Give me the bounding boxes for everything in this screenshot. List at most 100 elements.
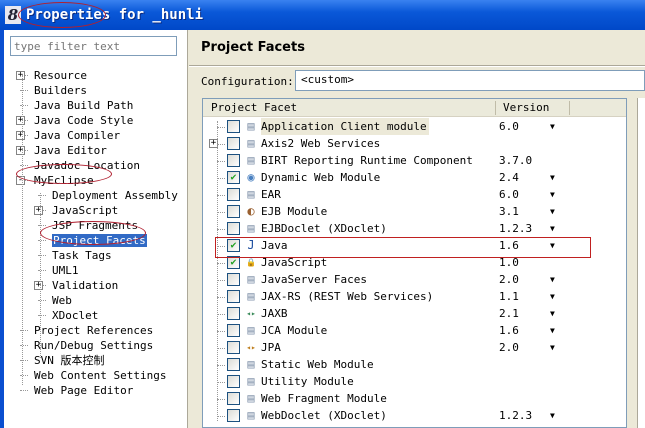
tree-item[interactable]: XDoclet — [52, 308, 98, 323]
facet-checkbox[interactable] — [227, 307, 240, 320]
document-icon: ▤ — [247, 289, 255, 303]
tree-item[interactable]: Java Compiler — [34, 128, 120, 143]
tree-item[interactable]: Builders — [34, 83, 87, 98]
facet-row[interactable]: ▤ BIRT Reporting Runtime Component 3.7.0 — [203, 152, 626, 169]
chevron-down-icon[interactable]: ▼ — [550, 203, 555, 220]
facet-name: Axis2 Web Services — [261, 137, 381, 150]
tree-item[interactable]: Task Tags — [52, 248, 112, 263]
tree-item[interactable]: Run/Debug Settings — [34, 338, 153, 353]
facet-row[interactable]: ▤ EAR 6.0 ▼ — [203, 186, 626, 203]
divider — [189, 65, 645, 67]
expand-icon[interactable]: + — [34, 281, 43, 290]
project-facets-page: Project Facets Configuration: <custom> P… — [189, 30, 645, 428]
tree-item[interactable]: Java Build Path — [34, 98, 133, 113]
expand-icon[interactable]: + — [16, 71, 25, 80]
facet-checkbox[interactable] — [227, 120, 240, 133]
facet-checkbox[interactable] — [227, 324, 240, 337]
facet-row[interactable]: ▤ Web Fragment Module — [203, 390, 626, 407]
facet-checkbox[interactable] — [227, 409, 240, 422]
tree-item-label: Web — [52, 294, 72, 307]
facet-version[interactable]: 2.1 — [499, 305, 519, 322]
facet-row[interactable]: ▤ EJBDoclet (XDoclet) 1.2.3 ▼ — [203, 220, 626, 237]
facet-row[interactable]: ◂▸ JPA 2.0 ▼ — [203, 339, 626, 356]
facet-name: Utility Module — [261, 375, 354, 388]
tree-item[interactable]: JavaScript — [52, 203, 118, 218]
expand-icon[interactable]: + — [16, 116, 25, 125]
facet-version[interactable]: 1.2.3 — [499, 220, 532, 237]
chevron-down-icon[interactable]: ▼ — [550, 186, 555, 203]
facet-version[interactable]: 1.6 — [499, 322, 519, 339]
facet-version[interactable]: 2.0 — [499, 271, 519, 288]
facet-row[interactable]: ▤ JavaServer Faces 2.0 ▼ — [203, 271, 626, 288]
facet-checkbox[interactable] — [227, 222, 240, 235]
tree-item[interactable]: Resource — [34, 68, 87, 83]
facet-name: WebDoclet (XDoclet) — [261, 409, 387, 422]
facet-version[interactable]: 2.0 — [499, 339, 519, 356]
chevron-down-icon[interactable]: ▼ — [550, 339, 555, 356]
filter-input[interactable] — [10, 36, 177, 56]
facet-checkbox[interactable] — [227, 137, 240, 150]
chevron-down-icon[interactable]: ▼ — [550, 288, 555, 305]
configuration-combo[interactable]: <custom> — [295, 70, 645, 91]
tree-item[interactable]: Web — [52, 293, 72, 308]
facet-checkbox[interactable] — [227, 375, 240, 388]
chevron-down-icon[interactable]: ▼ — [550, 322, 555, 339]
expand-icon[interactable]: + — [34, 206, 43, 215]
chevron-down-icon[interactable]: ▼ — [550, 169, 555, 186]
facet-checkbox[interactable] — [227, 341, 240, 354]
facet-row[interactable]: ◂▸ JAXB 2.1 ▼ — [203, 305, 626, 322]
facet-checkbox[interactable] — [227, 392, 240, 405]
facet-row[interactable]: ▤ Static Web Module — [203, 356, 626, 373]
facet-checkbox[interactable]: ✔ — [227, 171, 240, 184]
facet-version[interactable]: 6.0 — [499, 118, 519, 135]
facet-checkbox[interactable] — [227, 290, 240, 303]
annotation-oval — [18, 2, 106, 28]
chevron-down-icon[interactable]: ▼ — [550, 220, 555, 237]
tree-item[interactable]: Java Code Style — [34, 113, 133, 128]
facet-checkbox[interactable] — [227, 358, 240, 371]
tree-item[interactable]: UML1 — [52, 263, 79, 278]
tree-item[interactable]: Web Content Settings — [34, 368, 166, 383]
tree-item-label: Deployment Assembly — [52, 189, 178, 202]
facet-row[interactable]: ◐ EJB Module 3.1 ▼ — [203, 203, 626, 220]
tree-item[interactable]: Project References — [34, 323, 153, 338]
document-icon: ▤ — [247, 136, 255, 150]
facet-version[interactable]: 1.1 — [499, 288, 519, 305]
chevron-down-icon[interactable]: ▼ — [550, 305, 555, 322]
facet-checkbox[interactable] — [227, 188, 240, 201]
facet-row[interactable]: ▤ Application Client module 6.0 ▼ — [203, 118, 626, 135]
facet-checkbox[interactable] — [227, 154, 240, 167]
document-icon: ▤ — [247, 153, 255, 167]
title-bar: 8 Properties for _hunli — [0, 0, 645, 30]
tree-item-label: Java Compiler — [34, 129, 121, 142]
column-header-facet[interactable]: Project Facet — [211, 101, 297, 114]
facet-checkbox[interactable] — [227, 205, 240, 218]
facet-version[interactable]: 6.0 — [499, 186, 519, 203]
ejb-icon: ◐ — [247, 204, 255, 218]
facet-row[interactable]: ▤ Utility Module — [203, 373, 626, 390]
facet-checkbox[interactable] — [227, 273, 240, 286]
tree-item-label: Project References — [34, 324, 154, 337]
facet-row[interactable]: ▤ JCA Module 1.6 ▼ — [203, 322, 626, 339]
facet-version[interactable]: 2.4 — [499, 169, 519, 186]
facet-row[interactable]: + ▤ Axis2 Web Services — [203, 135, 626, 152]
column-header-version[interactable]: Version — [503, 101, 549, 114]
expand-icon[interactable]: + — [16, 146, 25, 155]
tree-item[interactable]: Java Editor — [34, 143, 107, 158]
chevron-down-icon[interactable]: ▼ — [550, 118, 555, 135]
chevron-down-icon[interactable]: ▼ — [550, 271, 555, 288]
facet-name: JCA Module — [261, 324, 328, 337]
tree-item[interactable]: SVN 版本控制 — [34, 353, 105, 368]
document-icon: ▤ — [247, 374, 255, 388]
tree-item[interactable]: Deployment Assembly — [52, 188, 178, 203]
facet-row[interactable]: ✔ ◉ Dynamic Web Module 2.4 ▼ — [203, 169, 626, 186]
facet-version[interactable]: 1.2.3 — [499, 407, 532, 424]
expand-icon[interactable]: + — [16, 131, 25, 140]
facet-row[interactable]: ▤ JAX-RS (REST Web Services) 1.1 ▼ — [203, 288, 626, 305]
tree-item[interactable]: Validation — [52, 278, 118, 293]
facet-row[interactable]: ▤ WebDoclet (XDoclet) 1.2.3 ▼ — [203, 407, 626, 424]
facet-version[interactable]: 3.1 — [499, 203, 519, 220]
facet-name: Static Web Module — [261, 358, 374, 371]
tree-item[interactable]: Web Page Editor — [34, 383, 133, 398]
chevron-down-icon[interactable]: ▼ — [550, 407, 555, 424]
